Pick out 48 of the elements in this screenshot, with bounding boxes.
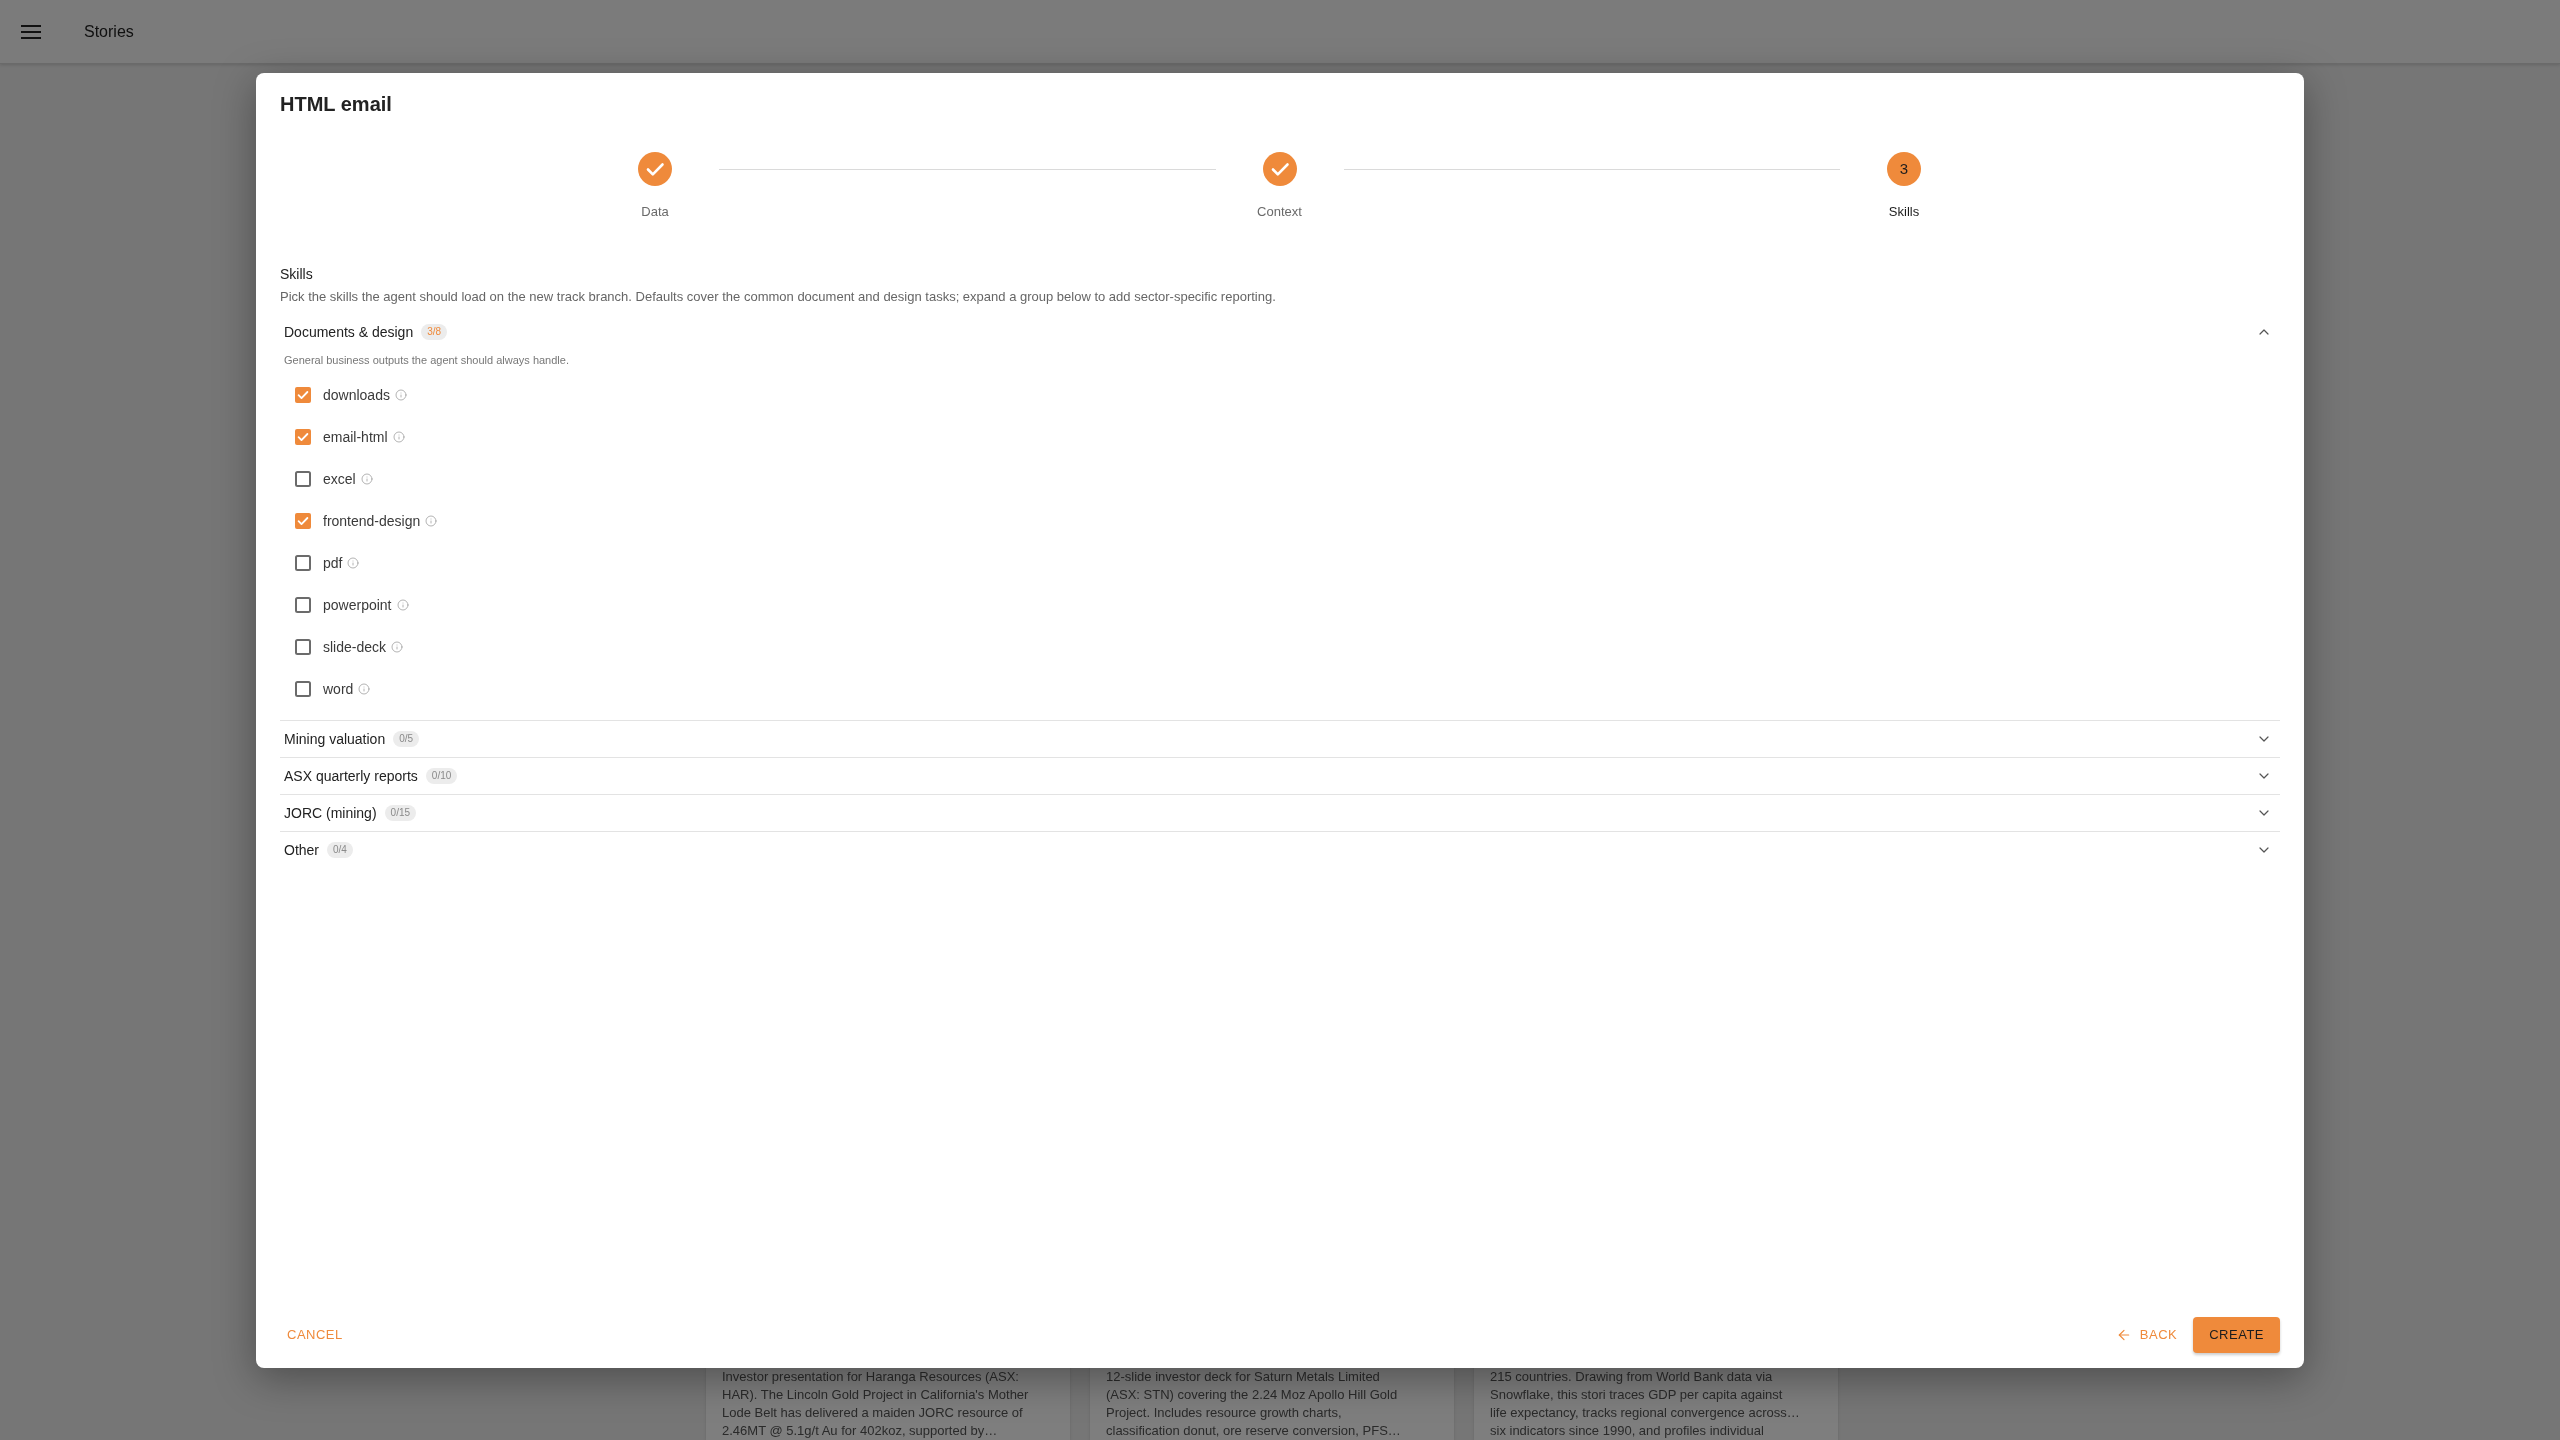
skill-label: frontend-design	[323, 511, 421, 531]
skill-label: slide-deck	[323, 637, 387, 657]
accordion-header[interactable]: JORC (mining) 0/15	[280, 794, 2280, 831]
checkbox[interactable]	[295, 386, 311, 403]
accordion-header[interactable]: Documents & design 3/8	[280, 313, 2280, 350]
checkbox[interactable]	[295, 512, 311, 529]
app-title: Stories	[84, 21, 134, 42]
menu-icon[interactable]	[21, 24, 41, 39]
skill-label: email-html	[323, 427, 388, 447]
skill-count: 0/5	[393, 730, 420, 747]
step-label: Context	[1257, 202, 1302, 221]
card-description: 12-slide investor deck for Saturn Metals Limited (ASX: STN) covering the 2.24 Moz Apollo Hill Gold Project. Includes resource growth charts, classification donut, ore reserve conversion, PFS…	[1106, 1368, 1402, 1440]
skill-label: word	[323, 679, 354, 699]
checkbox[interactable]	[295, 470, 311, 487]
skill-count: 0/15	[384, 804, 417, 821]
info-icon[interactable]	[425, 514, 438, 527]
skill-label: powerpoint	[323, 595, 392, 615]
step-label: Data	[641, 202, 669, 221]
info-icon[interactable]	[394, 388, 407, 401]
skill-count: 3/8	[421, 323, 448, 340]
group-description: General business outputs the agent should always handle.	[284, 352, 570, 368]
info-icon[interactable]	[391, 640, 404, 653]
create-button[interactable]: CREATE	[2193, 1316, 2280, 1353]
skill-count: 0/4	[327, 841, 353, 858]
accordion-header[interactable]: Mining valuation 0/5	[280, 720, 2280, 757]
info-icon[interactable]	[396, 598, 409, 611]
step-number: 3	[1887, 151, 1921, 186]
section-description: Pick the skills the agent should load on the new track branch. Defaults cover the common document and design tasks; expand a group below to add sector-specific reporting.	[280, 287, 1277, 306]
card-description: Investor presentation for Haranga Resources (ASX: HAR). The Lincoln Gold Project in California's Mother Lode Belt has delivered a maiden JORC resource of 2.46MT @ 5.1g/t Au for 402koz, supported by…	[722, 1368, 1030, 1440]
dialog-title: HTML email	[279, 91, 393, 117]
accordion-header[interactable]: ASX quarterly reports 0/10	[280, 757, 2280, 794]
info-icon[interactable]	[360, 472, 373, 485]
accordion-header[interactable]: Other 0/4	[280, 831, 2280, 868]
skill-count: 0/10	[425, 767, 458, 784]
checkbox[interactable]	[295, 596, 311, 613]
checkbox[interactable]	[295, 638, 311, 655]
skill-label: excel	[323, 469, 356, 489]
skill-label: downloads	[323, 385, 390, 405]
info-icon[interactable]	[392, 430, 405, 443]
checkbox[interactable]	[295, 680, 311, 697]
card-description: 215 countries. Drawing from World Bank data via Snowflake, this stori traces GDP per capita against life expectancy, tracks regional convergence across… six indicators since 1990, and profiles individual	[1490, 1368, 1801, 1440]
section-title: Skills	[280, 264, 314, 284]
info-icon[interactable]	[347, 556, 360, 569]
checkbox[interactable]	[295, 428, 311, 445]
step-label: Skills	[1888, 202, 1920, 221]
skill-label: pdf	[323, 553, 343, 573]
checkbox[interactable]	[295, 554, 311, 571]
info-icon[interactable]	[358, 682, 371, 695]
